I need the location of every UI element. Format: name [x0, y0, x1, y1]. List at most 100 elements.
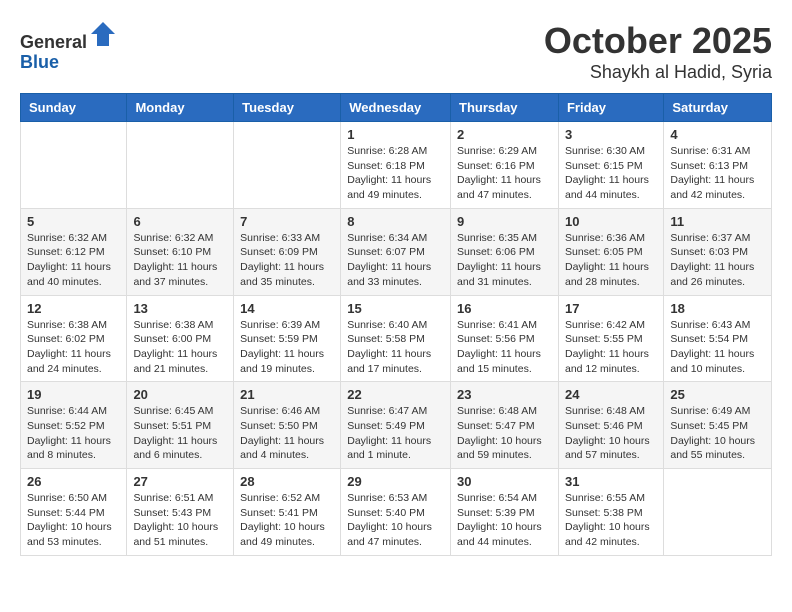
- day-number: 8: [347, 214, 444, 229]
- day-cell: 26 Sunrise: 6:50 AM Sunset: 5:44 PM Dayli…: [21, 469, 127, 556]
- day-cell: 5 Sunrise: 6:32 AM Sunset: 6:12 PM Daylig…: [21, 208, 127, 295]
- day-cell: 14Sunrise: 6:39 AM Sunset: 5:59 PM Dayli…: [234, 295, 341, 382]
- day-number: 19: [27, 387, 120, 402]
- day-info: Sunrise: 6:34 AM Sunset: 6:07 PM Dayligh…: [347, 231, 444, 290]
- day-cell: 23 Sunrise: 6:48 AM Sunset: 5:47 PM Dayli…: [451, 382, 559, 469]
- day-cell: 27 Sunrise: 6:51 AM Sunset: 5:43 PM Dayli…: [127, 469, 234, 556]
- weekday-header-sunday: Sunday: [21, 94, 127, 122]
- day-number: 31: [565, 474, 657, 489]
- day-info: Sunrise: 6:41 AM Sunset: 5:56 PM Dayligh…: [457, 318, 552, 377]
- day-cell: 8 Sunrise: 6:34 AM Sunset: 6:07 PM Daylig…: [341, 208, 451, 295]
- day-info: Sunrise: 6:38 AM Sunset: 6:00 PM Dayligh…: [133, 318, 227, 377]
- day-number: 3: [565, 127, 657, 142]
- day-cell: 4 Sunrise: 6:31 AM Sunset: 6:13 PM Daylig…: [664, 122, 772, 209]
- page-header: General Blue October 2025 Shaykh al Hadi…: [20, 20, 772, 83]
- day-info: Sunrise: 6:29 AM Sunset: 6:16 PM Dayligh…: [457, 144, 552, 203]
- day-info: Sunrise: 6:42 AM Sunset: 5:55 PM Dayligh…: [565, 318, 657, 377]
- logo: General Blue: [20, 20, 117, 73]
- day-cell: [234, 122, 341, 209]
- day-number: 22: [347, 387, 444, 402]
- day-info: Sunrise: 6:55 AM Sunset: 5:38 PM Dayligh…: [565, 491, 657, 550]
- day-number: 7: [240, 214, 334, 229]
- day-number: 1: [347, 127, 444, 142]
- day-info: Sunrise: 6:37 AM Sunset: 6:03 PM Dayligh…: [670, 231, 765, 290]
- logo-general-text: General: [20, 32, 87, 52]
- day-number: 29: [347, 474, 444, 489]
- day-info: Sunrise: 6:51 AM Sunset: 5:43 PM Dayligh…: [133, 491, 227, 550]
- day-number: 14: [240, 301, 334, 316]
- day-cell: 3 Sunrise: 6:30 AM Sunset: 6:15 PM Daylig…: [558, 122, 663, 209]
- day-number: 21: [240, 387, 334, 402]
- day-info: Sunrise: 6:32 AM Sunset: 6:12 PM Dayligh…: [27, 231, 120, 290]
- week-row-3: 12Sunrise: 6:38 AM Sunset: 6:02 PM Dayli…: [21, 295, 772, 382]
- month-title: October 2025: [544, 20, 772, 62]
- day-cell: 1 Sunrise: 6:28 AM Sunset: 6:18 PM Daylig…: [341, 122, 451, 209]
- day-info: Sunrise: 6:33 AM Sunset: 6:09 PM Dayligh…: [240, 231, 334, 290]
- day-info: Sunrise: 6:40 AM Sunset: 5:58 PM Dayligh…: [347, 318, 444, 377]
- day-info: Sunrise: 6:30 AM Sunset: 6:15 PM Dayligh…: [565, 144, 657, 203]
- day-cell: [127, 122, 234, 209]
- day-number: 17: [565, 301, 657, 316]
- day-info: Sunrise: 6:48 AM Sunset: 5:47 PM Dayligh…: [457, 404, 552, 463]
- day-cell: 25 Sunrise: 6:49 AM Sunset: 5:45 PM Dayli…: [664, 382, 772, 469]
- day-number: 25: [670, 387, 765, 402]
- day-info: Sunrise: 6:53 AM Sunset: 5:40 PM Dayligh…: [347, 491, 444, 550]
- day-number: 18: [670, 301, 765, 316]
- day-number: 30: [457, 474, 552, 489]
- day-number: 11: [670, 214, 765, 229]
- day-cell: 22 Sunrise: 6:47 AM Sunset: 5:49 PM Dayli…: [341, 382, 451, 469]
- title-block: October 2025 Shaykh al Hadid, Syria: [544, 20, 772, 83]
- day-number: 10: [565, 214, 657, 229]
- day-cell: 19Sunrise: 6:44 AM Sunset: 5:52 PM Dayli…: [21, 382, 127, 469]
- day-number: 5: [27, 214, 120, 229]
- day-info: Sunrise: 6:43 AM Sunset: 5:54 PM Dayligh…: [670, 318, 765, 377]
- week-row-5: 26 Sunrise: 6:50 AM Sunset: 5:44 PM Dayli…: [21, 469, 772, 556]
- logo-blue-text: Blue: [20, 52, 59, 72]
- weekday-header-thursday: Thursday: [451, 94, 559, 122]
- day-number: 27: [133, 474, 227, 489]
- day-cell: 12Sunrise: 6:38 AM Sunset: 6:02 PM Dayli…: [21, 295, 127, 382]
- day-info: Sunrise: 6:31 AM Sunset: 6:13 PM Dayligh…: [670, 144, 765, 203]
- day-number: 23: [457, 387, 552, 402]
- day-cell: 18 Sunrise: 6:43 AM Sunset: 5:54 PM Dayli…: [664, 295, 772, 382]
- day-cell: 30 Sunrise: 6:54 AM Sunset: 5:39 PM Dayli…: [451, 469, 559, 556]
- day-cell: 20Sunrise: 6:45 AM Sunset: 5:51 PM Dayli…: [127, 382, 234, 469]
- day-number: 9: [457, 214, 552, 229]
- day-number: 6: [133, 214, 227, 229]
- day-number: 2: [457, 127, 552, 142]
- day-info: Sunrise: 6:36 AM Sunset: 6:05 PM Dayligh…: [565, 231, 657, 290]
- day-cell: [664, 469, 772, 556]
- day-info: Sunrise: 6:32 AM Sunset: 6:10 PM Dayligh…: [133, 231, 227, 290]
- weekday-header-tuesday: Tuesday: [234, 94, 341, 122]
- day-number: 26: [27, 474, 120, 489]
- week-row-1: 1 Sunrise: 6:28 AM Sunset: 6:18 PM Daylig…: [21, 122, 772, 209]
- day-number: 24: [565, 387, 657, 402]
- day-number: 12: [27, 301, 120, 316]
- day-cell: 2 Sunrise: 6:29 AM Sunset: 6:16 PM Daylig…: [451, 122, 559, 209]
- day-cell: 9Sunrise: 6:35 AM Sunset: 6:06 PM Daylig…: [451, 208, 559, 295]
- calendar-table: SundayMondayTuesdayWednesdayThursdayFrid…: [20, 93, 772, 556]
- day-number: 20: [133, 387, 227, 402]
- day-info: Sunrise: 6:52 AM Sunset: 5:41 PM Dayligh…: [240, 491, 334, 550]
- weekday-header-monday: Monday: [127, 94, 234, 122]
- day-cell: 21 Sunrise: 6:46 AM Sunset: 5:50 PM Dayli…: [234, 382, 341, 469]
- day-info: Sunrise: 6:28 AM Sunset: 6:18 PM Dayligh…: [347, 144, 444, 203]
- day-info: Sunrise: 6:46 AM Sunset: 5:50 PM Dayligh…: [240, 404, 334, 463]
- weekday-header-row: SundayMondayTuesdayWednesdayThursdayFrid…: [21, 94, 772, 122]
- day-cell: 17 Sunrise: 6:42 AM Sunset: 5:55 PM Dayli…: [558, 295, 663, 382]
- weekday-header-wednesday: Wednesday: [341, 94, 451, 122]
- day-number: 28: [240, 474, 334, 489]
- day-info: Sunrise: 6:48 AM Sunset: 5:46 PM Dayligh…: [565, 404, 657, 463]
- day-cell: 24 Sunrise: 6:48 AM Sunset: 5:46 PM Dayli…: [558, 382, 663, 469]
- day-info: Sunrise: 6:49 AM Sunset: 5:45 PM Dayligh…: [670, 404, 765, 463]
- day-info: Sunrise: 6:54 AM Sunset: 5:39 PM Dayligh…: [457, 491, 552, 550]
- day-info: Sunrise: 6:47 AM Sunset: 5:49 PM Dayligh…: [347, 404, 444, 463]
- day-cell: 28 Sunrise: 6:52 AM Sunset: 5:41 PM Dayli…: [234, 469, 341, 556]
- day-number: 4: [670, 127, 765, 142]
- day-cell: 10 Sunrise: 6:36 AM Sunset: 6:05 PM Dayli…: [558, 208, 663, 295]
- day-cell: 7 Sunrise: 6:33 AM Sunset: 6:09 PM Daylig…: [234, 208, 341, 295]
- day-number: 13: [133, 301, 227, 316]
- day-info: Sunrise: 6:50 AM Sunset: 5:44 PM Dayligh…: [27, 491, 120, 550]
- day-cell: 6 Sunrise: 6:32 AM Sunset: 6:10 PM Daylig…: [127, 208, 234, 295]
- day-cell: 16Sunrise: 6:41 AM Sunset: 5:56 PM Dayli…: [451, 295, 559, 382]
